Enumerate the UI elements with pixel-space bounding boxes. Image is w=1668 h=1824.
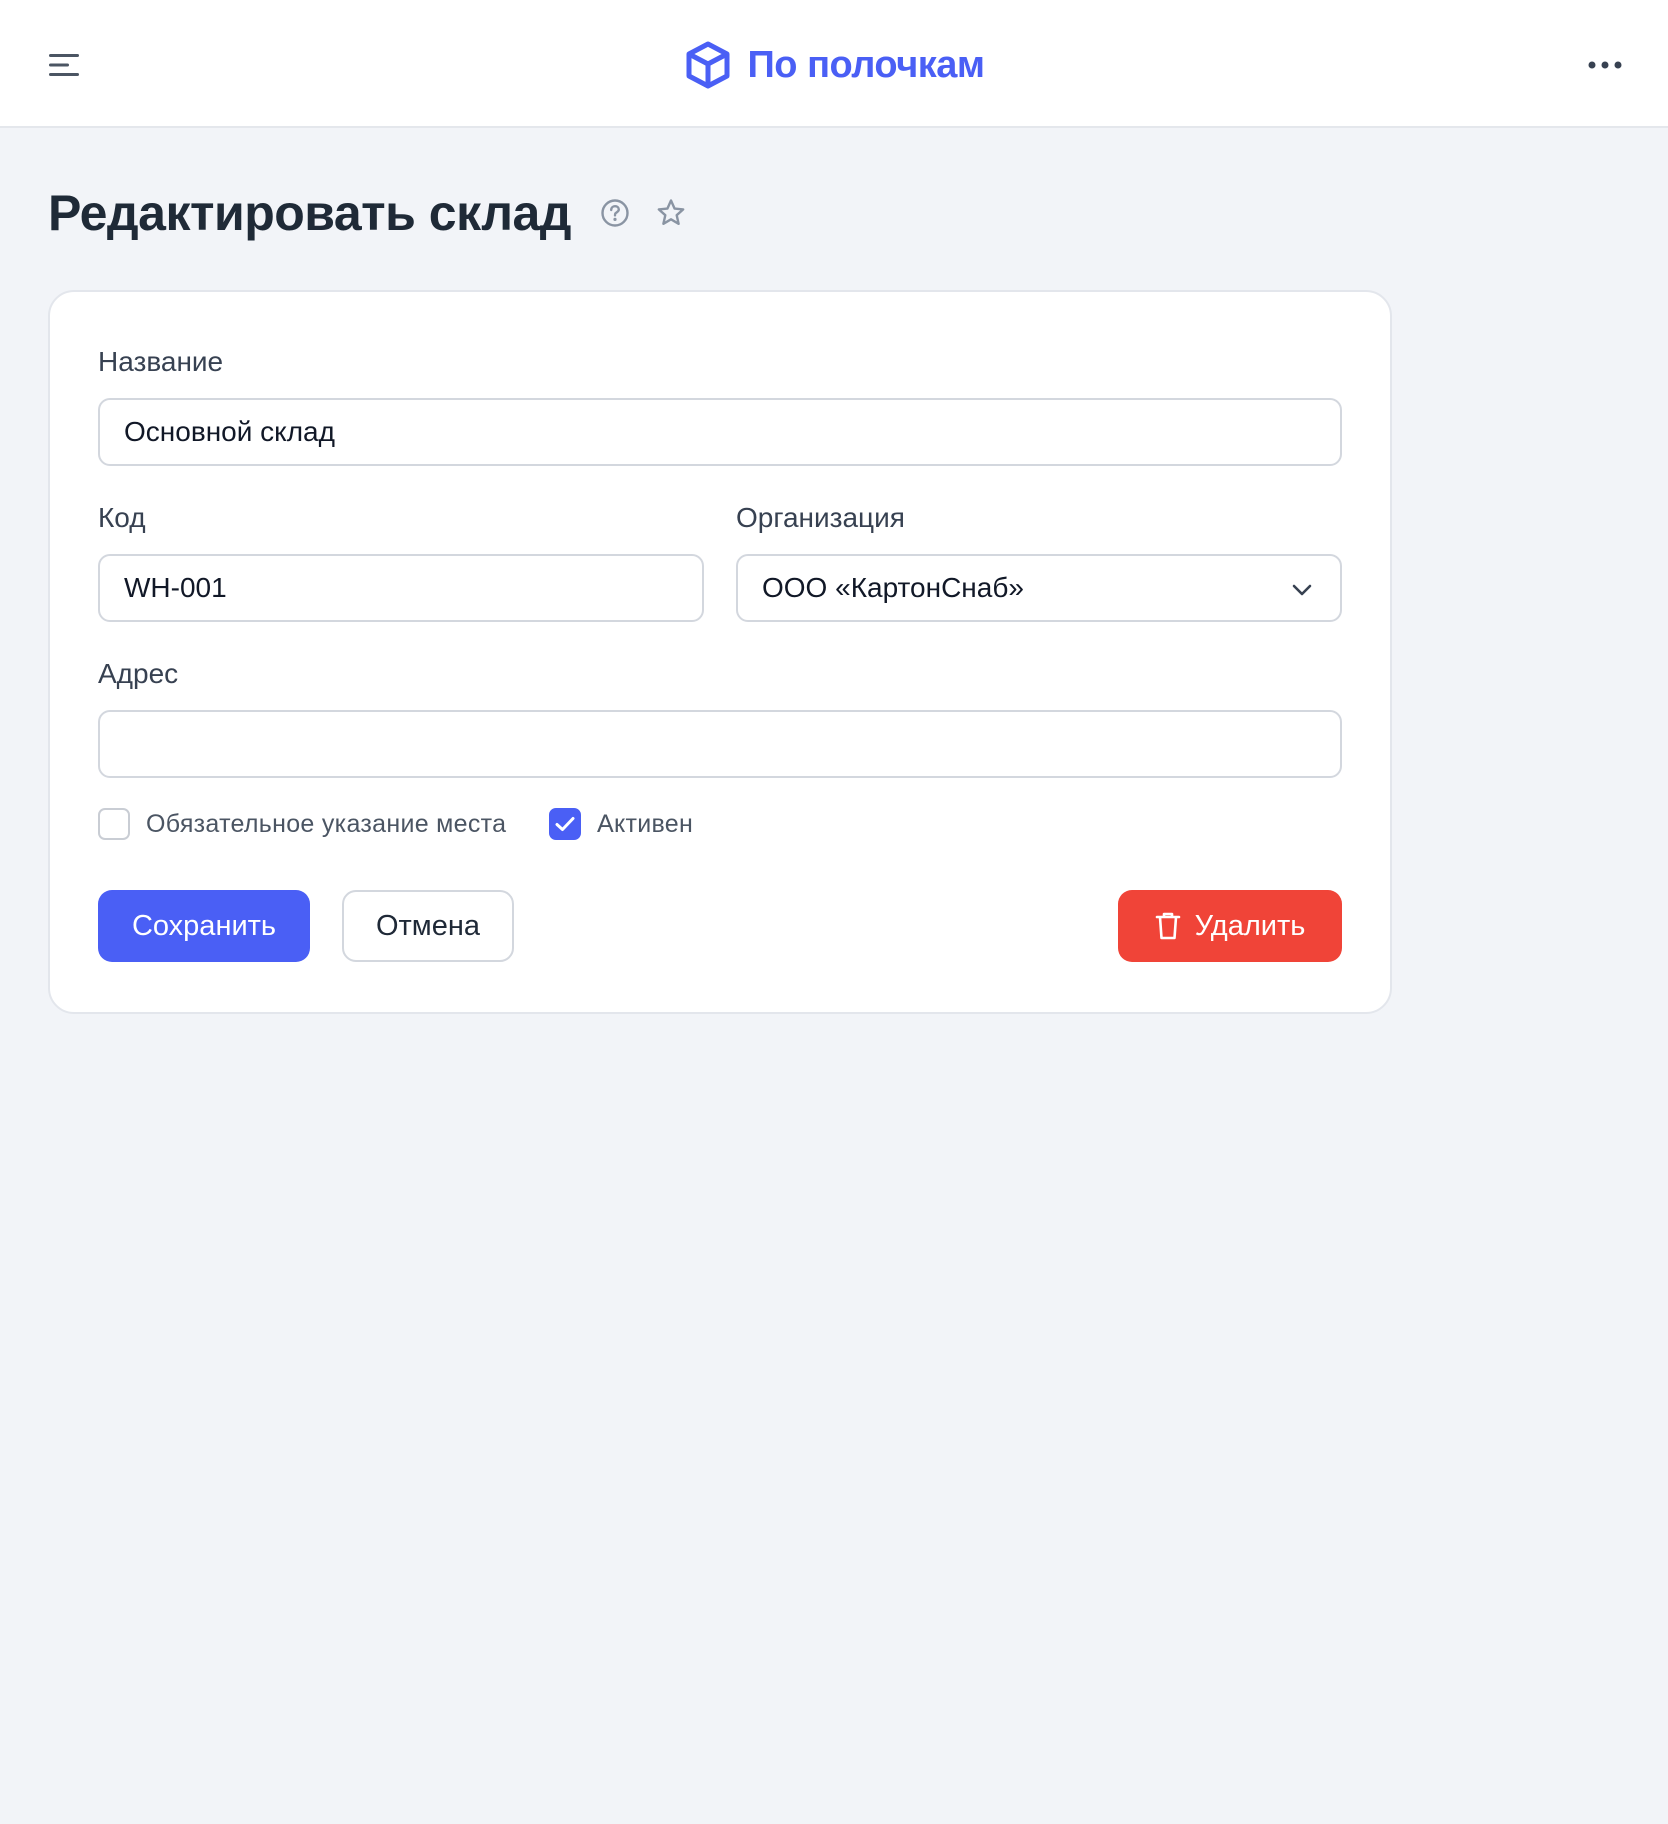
warehouse-form-card: Название Основной склад Код WH-001 Орган… — [48, 290, 1392, 1014]
checkbox-unchecked[interactable] — [98, 808, 130, 840]
cancel-button[interactable]: Отмена — [342, 890, 514, 962]
name-label: Название — [98, 346, 224, 377]
cube-icon — [686, 41, 730, 89]
code-label: Код — [98, 502, 146, 533]
star-outline-icon — [657, 199, 685, 225]
help-button[interactable] — [597, 195, 633, 231]
organization-selected-value: ООО «КартонСнаб» — [762, 572, 1024, 603]
name-input[interactable]: Основной склад — [98, 398, 1342, 466]
page-title: Редактировать склад — [48, 185, 572, 241]
checkbox-checked[interactable] — [549, 808, 581, 840]
save-button[interactable]: Сохранить — [98, 890, 310, 962]
address-label: Адрес — [98, 658, 179, 689]
checkmark-icon — [555, 817, 575, 831]
page-header: Редактировать склад — [48, 178, 689, 248]
organization-label: Организация — [736, 502, 905, 533]
code-input[interactable]: WH-001 — [98, 554, 704, 622]
more-horizontal-icon — [1588, 61, 1622, 69]
delete-button-label: Удалить — [1194, 909, 1306, 942]
favorite-button[interactable] — [653, 195, 689, 231]
active-checkbox[interactable]: Активен — [549, 808, 693, 840]
organization-select[interactable]: ООО «КартонСнаб» — [736, 554, 1342, 622]
brand-name: По полочкам — [747, 43, 985, 86]
chevron-down-icon — [1292, 584, 1312, 596]
name-input-value: Основной склад — [124, 416, 335, 447]
trash-icon — [1155, 912, 1180, 940]
more-options-button[interactable] — [1580, 40, 1630, 90]
location-required-checkbox[interactable]: Обязательное указание места — [98, 808, 506, 840]
code-input-value: WH-001 — [124, 572, 227, 603]
location-required-label: Обязательное указание места — [146, 809, 507, 838]
help-circle-icon — [601, 199, 629, 227]
active-label: Активен — [597, 809, 694, 838]
delete-button[interactable]: Удалить — [1118, 890, 1342, 962]
brand-logo[interactable]: По полочкам — [0, 38, 1668, 92]
top-navigation-bar: По полочкам — [0, 0, 1668, 128]
address-input[interactable] — [98, 710, 1342, 778]
